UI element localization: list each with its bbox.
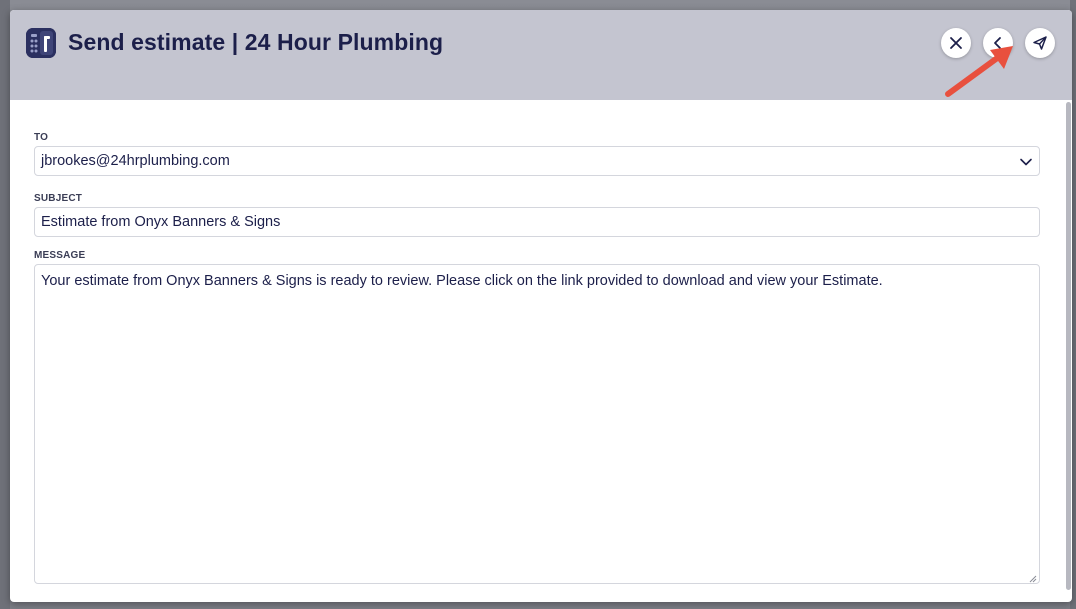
- resize-handle-icon[interactable]: [1027, 571, 1037, 583]
- subject-input[interactable]: Estimate from Onyx Banners & Signs: [34, 207, 1040, 237]
- close-icon: [950, 37, 962, 49]
- paper-plane-icon: [1033, 36, 1047, 50]
- message-value: Your estimate from Onyx Banners & Signs …: [41, 273, 883, 289]
- to-recipient-value: jbrookes@24hrplumbing.com: [41, 153, 230, 169]
- send-button[interactable]: [1025, 28, 1055, 58]
- modal-scrollbar[interactable]: [1066, 102, 1071, 590]
- message-textarea[interactable]: Your estimate from Onyx Banners & Signs …: [34, 264, 1040, 584]
- estimate-calculator-icon: [26, 28, 56, 58]
- modal-header: Send estimate | 24 Hour Plumbing: [10, 10, 1072, 100]
- subject-label: SUBJECT: [34, 193, 83, 204]
- background-app-edge: [0, 0, 10, 609]
- chevron-left-icon: [994, 37, 1001, 49]
- subject-value: Estimate from Onyx Banners & Signs: [41, 214, 281, 230]
- modal-title: Send estimate | 24 Hour Plumbing: [68, 29, 444, 55]
- send-estimate-modal: Send estimate | 24 Hour Plumbing TO jbro…: [10, 10, 1072, 602]
- close-button[interactable]: [941, 28, 971, 58]
- to-label: TO: [34, 132, 49, 143]
- to-recipient-select[interactable]: jbrookes@24hrplumbing.com: [34, 146, 1040, 176]
- back-button[interactable]: [983, 28, 1013, 58]
- chevron-down-icon: [1019, 155, 1033, 169]
- message-label: MESSAGE: [34, 250, 86, 261]
